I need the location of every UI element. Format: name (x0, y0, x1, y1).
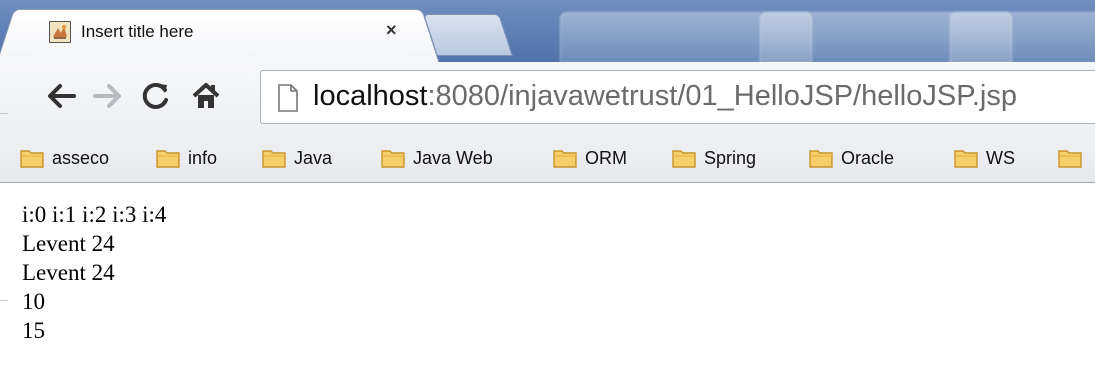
bookmark-folder-java-web[interactable]: Java Web (381, 144, 493, 172)
folder-icon (672, 150, 696, 168)
bookmark-folder-orm[interactable]: ORM (553, 144, 627, 172)
bookmark-label: Java (294, 147, 333, 168)
output-line: Levent 24 (22, 260, 115, 285)
background-tab[interactable] (950, 12, 1095, 62)
active-tab[interactable]: Insert title here × (18, 9, 418, 62)
bookmark-folder-oracle[interactable]: Oracle (809, 144, 894, 172)
bookmark-folder-spring[interactable]: Spring (672, 144, 756, 172)
forward-button[interactable] (87, 74, 127, 118)
address-bar[interactable]: localhost:8080/injavawetrust/01_HelloJSP… (260, 70, 1095, 124)
output-line: i:0 i:1 i:2 i:3 i:4 (22, 202, 167, 227)
bookmark-label: Spring (704, 147, 757, 168)
window-edge-mark (0, 113, 8, 114)
tab-strip: Insert title here × (0, 0, 1095, 62)
bookmark-label: WS (986, 147, 1015, 168)
close-icon[interactable]: × (386, 19, 397, 41)
folder-icon (1058, 150, 1082, 168)
bookmark-label: asseco (52, 147, 110, 168)
bookmark-folder-ws[interactable]: WS (954, 144, 1015, 172)
url-text[interactable]: localhost:8080/injavawetrust/01_HelloJSP… (313, 80, 1017, 113)
bookmark-label: Java Web (413, 147, 493, 168)
bookmark-folder-asseco[interactable]: asseco (20, 144, 109, 172)
home-icon (192, 83, 220, 108)
folder-icon (553, 150, 577, 168)
output-line: Levent 24 (22, 231, 115, 256)
new-tab-button[interactable] (423, 14, 513, 56)
toolbar: localhost:8080/injavawetrust/01_HelloJSP… (0, 62, 1095, 134)
favicon-icon (49, 21, 71, 43)
reload-button[interactable] (136, 74, 176, 118)
arrow-left-icon (48, 84, 76, 108)
folder-icon (20, 150, 44, 168)
back-button[interactable] (42, 74, 82, 118)
arrow-right-icon (93, 84, 121, 108)
page-content: i:0 i:1 i:2 i:3 i:4 Levent 24 Levent 24 … (22, 200, 166, 345)
bookmarks-bar: asseco info Java Java Web ORM Spring Ora… (0, 134, 1095, 183)
url-path: :8080/injavawetrust/01_HelloJSP/helloJSP… (427, 80, 1017, 112)
bookmark-folder-java[interactable]: Java (262, 144, 332, 172)
window-edge-mark (0, 300, 8, 301)
folder-icon (262, 150, 286, 168)
home-button[interactable] (186, 74, 226, 118)
reload-icon (142, 82, 168, 109)
bookmark-folder-overflow[interactable] (1058, 144, 1090, 172)
url-host: localhost (313, 80, 428, 112)
bookmark-label: Oracle (841, 147, 895, 168)
tab-title: Insert title here (81, 22, 194, 41)
output-line: 15 (22, 318, 45, 343)
folder-icon (381, 150, 405, 168)
folder-icon (954, 150, 978, 168)
bookmark-folder-info[interactable]: info (156, 144, 217, 172)
bookmark-label: info (188, 147, 218, 168)
output-line: 10 (22, 289, 45, 314)
folder-icon (809, 150, 833, 168)
bookmark-label: ORM (585, 147, 627, 168)
page-icon (278, 84, 298, 112)
folder-icon (156, 150, 180, 168)
